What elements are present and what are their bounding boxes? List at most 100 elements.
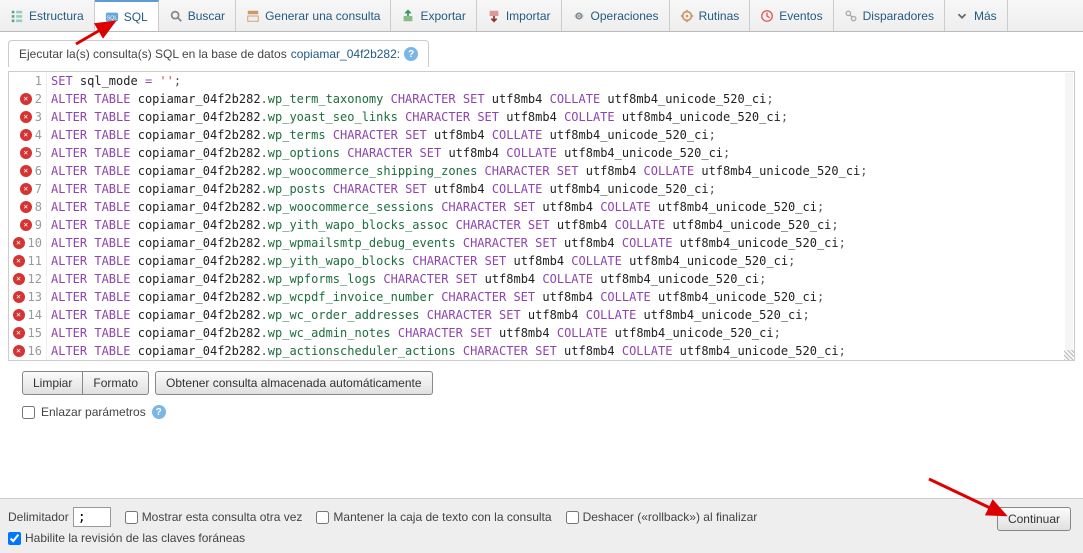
line-number: 15 (28, 326, 42, 340)
tab-label: Estructura (29, 9, 84, 23)
line-number: 13 (28, 290, 42, 304)
search-icon (169, 9, 183, 23)
code-line: ALTER TABLE copiamar_04f2b282.wp_terms C… (51, 126, 1074, 144)
tab-bar: Estructura SQLSQL Buscar Generar una consul… (0, 0, 1083, 32)
show-again-checkbox[interactable] (125, 511, 138, 524)
formato-button[interactable]: Formato (83, 371, 149, 395)
line-number: 4 (35, 128, 42, 142)
gutter-row: 14 (9, 306, 46, 324)
gutter-row: 4 (9, 126, 46, 144)
rollback-checkbox[interactable] (566, 511, 579, 524)
tab-label: Operaciones (591, 9, 659, 23)
code-line: SET sql_mode = ''; (51, 72, 1074, 90)
line-number: 8 (35, 200, 42, 214)
code-line: ALTER TABLE copiamar_04f2b282.wp_wc_admi… (51, 324, 1074, 342)
error-icon (13, 273, 25, 285)
continuar-button[interactable]: Continuar (997, 507, 1071, 531)
svg-text:SQL: SQL (106, 15, 117, 21)
gutter-row: 3 (9, 108, 46, 126)
tab-label: Rutinas (699, 9, 740, 23)
bind-params-checkbox[interactable] (22, 406, 35, 419)
line-number: 14 (28, 308, 42, 322)
tab-label: Buscar (188, 9, 225, 23)
tab-label: Generar una consulta (265, 9, 380, 23)
error-icon (20, 183, 32, 195)
resize-grip[interactable] (1064, 350, 1074, 360)
tab-label: Disparadores (863, 9, 934, 23)
line-number: 6 (35, 164, 42, 178)
code-line: ALTER TABLE copiamar_04f2b282.wp_posts C… (51, 180, 1074, 198)
tab-export[interactable]: Exportar (391, 0, 476, 31)
tab-triggers[interactable]: Disparadores (834, 0, 945, 31)
sql-run-header-text: Ejecutar la(s) consulta(s) SQL en la bas… (19, 47, 287, 61)
gutter-row: 5 (9, 144, 46, 162)
delimiter-input[interactable] (73, 507, 111, 527)
error-icon (13, 255, 25, 267)
editor-scrollbar[interactable] (1065, 73, 1073, 359)
limpiar-button[interactable]: Limpiar (22, 371, 83, 395)
more-icon (955, 9, 969, 23)
gutter-row: 15 (9, 324, 46, 342)
delimiter-label: Delimitador (8, 510, 69, 524)
editor-code-area[interactable]: SET sql_mode = ''; ALTER TABLE copiamar_0… (47, 72, 1074, 360)
events-icon (760, 9, 774, 23)
code-line: ALTER TABLE copiamar_04f2b282.wp_yoast_s… (51, 108, 1074, 126)
error-icon (13, 309, 25, 321)
tab-label: Exportar (420, 9, 465, 23)
fk-check-checkbox[interactable] (8, 532, 21, 545)
sql-editor[interactable]: 12345678910111213141516 SET sql_mode = '… (8, 71, 1075, 361)
tab-events[interactable]: Eventos (750, 0, 833, 31)
tab-routines[interactable]: Rutinas (670, 0, 751, 31)
line-number: 10 (28, 236, 42, 250)
sql-icon: SQL (105, 10, 119, 24)
error-icon (20, 201, 32, 213)
tab-query[interactable]: Generar una consulta (236, 0, 391, 31)
line-number: 2 (35, 92, 42, 106)
error-icon (20, 147, 32, 159)
editor-gutter: 12345678910111213141516 (9, 72, 47, 360)
gutter-row: 7 (9, 180, 46, 198)
error-icon (20, 165, 32, 177)
tab-operations[interactable]: Operaciones (562, 0, 670, 31)
fk-check-label: Habilite la revisión de las claves forán… (25, 531, 245, 545)
gutter-row: 2 (9, 90, 46, 108)
help-icon[interactable]: ? (404, 47, 418, 61)
footer-bar: Delimitador Mostrar esta consulta otra v… (0, 498, 1083, 553)
gutter-row: 12 (9, 270, 46, 288)
error-icon (20, 93, 32, 105)
rollback-label: Deshacer («rollback») al finalizar (583, 510, 758, 524)
tab-search[interactable]: Buscar (159, 0, 236, 31)
error-icon (13, 237, 25, 249)
code-line: ALTER TABLE copiamar_04f2b282.wp_actions… (51, 342, 1074, 360)
autosave-button[interactable]: Obtener consulta almacenada automáticame… (155, 371, 433, 395)
line-number: 5 (35, 146, 42, 160)
keep-box-label: Mantener la caja de texto con la consult… (333, 510, 551, 524)
tab-import[interactable]: Importar (477, 0, 562, 31)
tab-label: Eventos (779, 9, 822, 23)
tab-sql[interactable]: SQLSQL (95, 0, 159, 31)
tab-label: Importar (506, 9, 551, 23)
editor-button-row: Limpiar Formato Obtener consulta almacen… (0, 361, 1083, 401)
line-number: 3 (35, 110, 42, 124)
gutter-row: 13 (9, 288, 46, 306)
gutter-row: 9 (9, 216, 46, 234)
line-number: 12 (28, 272, 42, 286)
keep-box-checkbox[interactable] (316, 511, 329, 524)
query-icon (246, 9, 260, 23)
routines-icon (680, 9, 694, 23)
gutter-row: 1 (9, 72, 46, 90)
show-again-label: Mostrar esta consulta otra vez (142, 510, 303, 524)
help-icon[interactable]: ? (152, 405, 166, 419)
line-number: 1 (35, 74, 42, 88)
tab-more[interactable]: Más (945, 0, 1008, 31)
code-line: ALTER TABLE copiamar_04f2b282.wp_yith_wa… (51, 252, 1074, 270)
bind-params-label: Enlazar parámetros (41, 405, 146, 419)
code-line: ALTER TABLE copiamar_04f2b282.wp_wc_orde… (51, 306, 1074, 324)
code-line: ALTER TABLE copiamar_04f2b282.wp_woocomm… (51, 162, 1074, 180)
error-icon (13, 345, 25, 357)
gutter-row: 8 (9, 198, 46, 216)
triggers-icon (844, 9, 858, 23)
code-line: ALTER TABLE copiamar_04f2b282.wp_wcpdf_i… (51, 288, 1074, 306)
sql-run-header: Ejecutar la(s) consulta(s) SQL en la bas… (0, 32, 1083, 71)
tab-structure[interactable]: Estructura (0, 0, 95, 31)
